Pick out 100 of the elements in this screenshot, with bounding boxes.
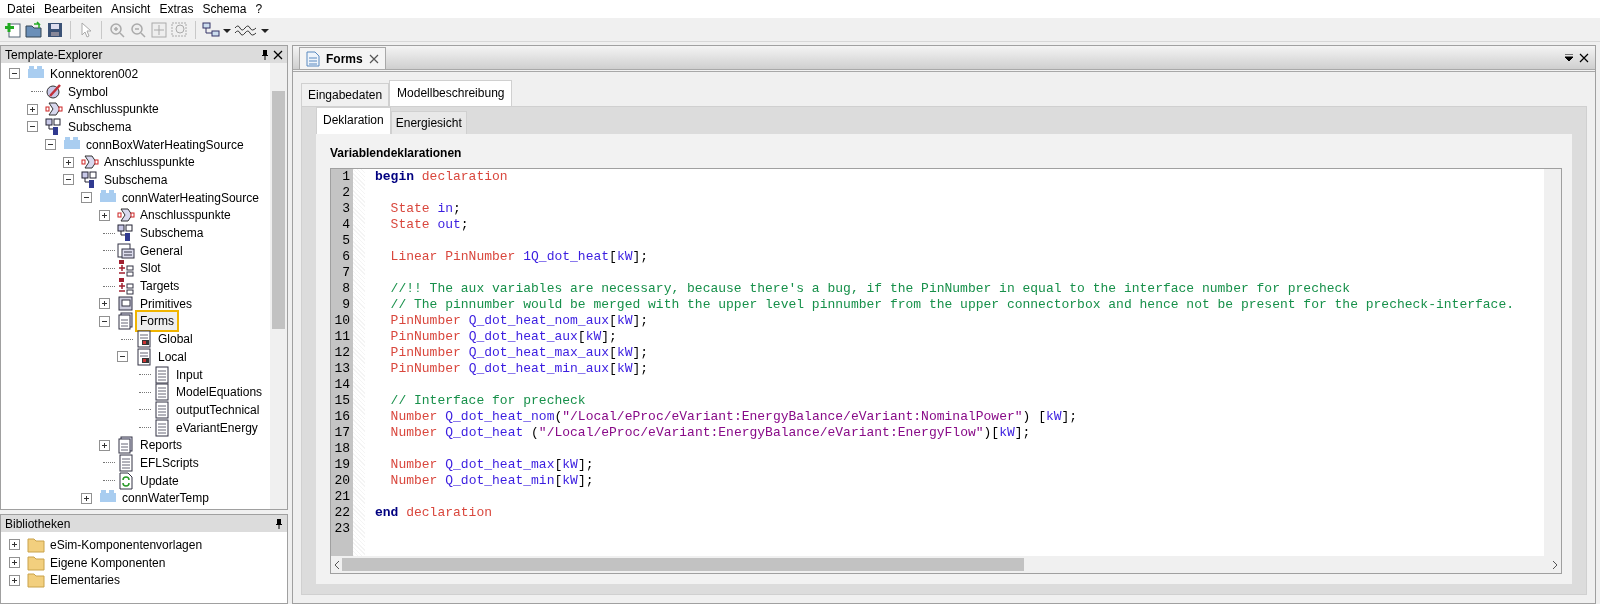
save-icon[interactable] [46, 20, 64, 39]
document-icon [306, 50, 320, 67]
pin-icon[interactable] [261, 49, 269, 60]
document-tab[interactable]: Forms [299, 47, 386, 69]
line-number: 7 [341, 265, 350, 281]
slot-icon [117, 277, 135, 296]
tree-item[interactable]: Subschema [65, 117, 135, 136]
collapse-icon[interactable] [45, 139, 56, 151]
horizontal-scrollbar[interactable] [331, 556, 1561, 573]
expand-icon[interactable] [9, 557, 20, 569]
dropdown-icon[interactable] [1565, 54, 1573, 62]
slot-icon [117, 259, 135, 278]
library-item[interactable]: eSim-Komponentenvorlagen [47, 535, 206, 554]
tree-item[interactable]: General [137, 241, 186, 260]
tree-item[interactable]: Reports [137, 436, 186, 455]
tree-item[interactable]: ModelEquations [173, 383, 266, 402]
tree-item[interactable]: Primitives [137, 294, 195, 313]
tree-item[interactable]: Input [173, 365, 206, 384]
code-line: // Interface for precheck [389, 393, 586, 409]
folder-icon [27, 571, 45, 590]
line-number: 21 [333, 489, 350, 505]
connector-icon [81, 153, 99, 172]
expand-icon[interactable] [9, 574, 20, 586]
tab[interactable]: Energiesicht [390, 111, 467, 134]
tree-item[interactable]: Targets [137, 277, 183, 296]
vertical-scrollbar[interactable] [270, 63, 287, 509]
tab[interactable]: Modellbeschreibung [389, 80, 513, 107]
tree-item[interactable]: Anschlusspunkte [65, 100, 162, 119]
collapse-icon[interactable] [117, 351, 128, 363]
tree-item[interactable]: connWaterTemp [119, 489, 212, 508]
code-line: State out; [389, 217, 469, 233]
expand-icon[interactable] [99, 209, 110, 221]
tree-item[interactable]: Subschema [101, 170, 171, 189]
collapse-icon[interactable] [81, 192, 92, 204]
code-line: PinNumber Q_dot_heat_min_aux[kW]; [389, 361, 649, 377]
expand-icon[interactable] [9, 539, 20, 551]
code-editor[interactable] [330, 168, 1562, 574]
expand-icon[interactable] [81, 492, 92, 504]
folder-icon [27, 535, 45, 554]
expand-icon[interactable] [99, 298, 110, 310]
tree-item[interactable]: Slot [137, 259, 164, 278]
tree-item[interactable]: Symbol [65, 82, 111, 101]
line-number: 6 [341, 249, 350, 265]
library-item[interactable]: Eigene Komponenten [47, 553, 169, 572]
tree-item[interactable]: Update [137, 471, 182, 490]
tree-item[interactable]: Global [155, 330, 196, 349]
layout-icon[interactable] [202, 20, 220, 39]
tree-item[interactable]: Anschlusspunkte [137, 206, 234, 225]
line-number: 5 [341, 233, 350, 249]
section-title: Variablendeklarationen [330, 145, 463, 162]
menu-item[interactable]: Bearbeiten [41, 0, 109, 18]
line-number: 9 [341, 297, 350, 313]
tab[interactable]: Deklaration [316, 107, 391, 134]
menu-item[interactable]: Schema [199, 0, 253, 18]
line-number: 13 [333, 361, 350, 377]
tree-item[interactable]: connBoxWaterHeatingSource [83, 135, 247, 154]
line-number: 10 [333, 313, 350, 329]
library-item[interactable]: Elementaries [47, 571, 124, 590]
code-line: PinNumber Q_dot_heat_nom_aux[kW]; [389, 313, 649, 329]
close-icon[interactable] [1579, 53, 1589, 63]
menu-item[interactable]: Ansicht [108, 0, 157, 18]
pin-icon[interactable] [275, 518, 283, 529]
expand-icon[interactable] [99, 439, 110, 451]
tree-item[interactable]: Forms [137, 312, 177, 331]
connector-icon [45, 100, 63, 119]
folder-icon [27, 553, 45, 572]
new-file-icon[interactable] [4, 20, 22, 39]
scroll-left-icon[interactable] [334, 560, 340, 569]
menu-item[interactable]: Extras [156, 0, 200, 18]
tree-item[interactable]: connWaterHeatingSource [119, 188, 262, 207]
open-folder-icon[interactable] [25, 20, 43, 39]
collapse-icon[interactable] [27, 121, 38, 133]
expand-icon[interactable] [27, 103, 38, 115]
close-icon[interactable] [273, 49, 283, 60]
line-number: 3 [341, 201, 350, 217]
tree-item[interactable]: Subschema [137, 224, 207, 243]
tree-item[interactable]: Konnektoren002 [47, 64, 142, 83]
form-icon [135, 330, 153, 349]
tab[interactable]: Eingabedaten [301, 83, 390, 106]
collapse-icon[interactable] [99, 315, 110, 327]
tree-item[interactable]: eVariantEnergy [173, 418, 261, 437]
scroll-right-icon[interactable] [1552, 560, 1558, 569]
expand-icon[interactable] [63, 156, 74, 168]
tree-item[interactable]: outputTechnical [173, 400, 263, 419]
code-line: Number Q_dot_heat_max[kW]; [389, 457, 594, 473]
close-icon[interactable] [368, 53, 379, 64]
menu-item[interactable]: Datei [4, 0, 41, 18]
form-icon [117, 453, 135, 472]
panel-title: Template-Explorer [5, 46, 104, 64]
code-line: PinNumber Q_dot_heat_max_aux[kW]; [389, 345, 649, 361]
line-number: 1 [341, 169, 350, 185]
subschema-icon [117, 224, 135, 243]
collapse-icon[interactable] [63, 174, 74, 186]
form-icon [153, 365, 171, 384]
tree-item[interactable]: Anschlusspunkte [101, 153, 198, 172]
tree-item[interactable]: EFLScripts [137, 453, 202, 472]
collapse-icon[interactable] [9, 68, 20, 80]
tree-item[interactable]: Local [155, 347, 190, 366]
vertical-scrollbar[interactable] [1544, 169, 1561, 556]
menu-item[interactable]: ? [252, 0, 269, 18]
